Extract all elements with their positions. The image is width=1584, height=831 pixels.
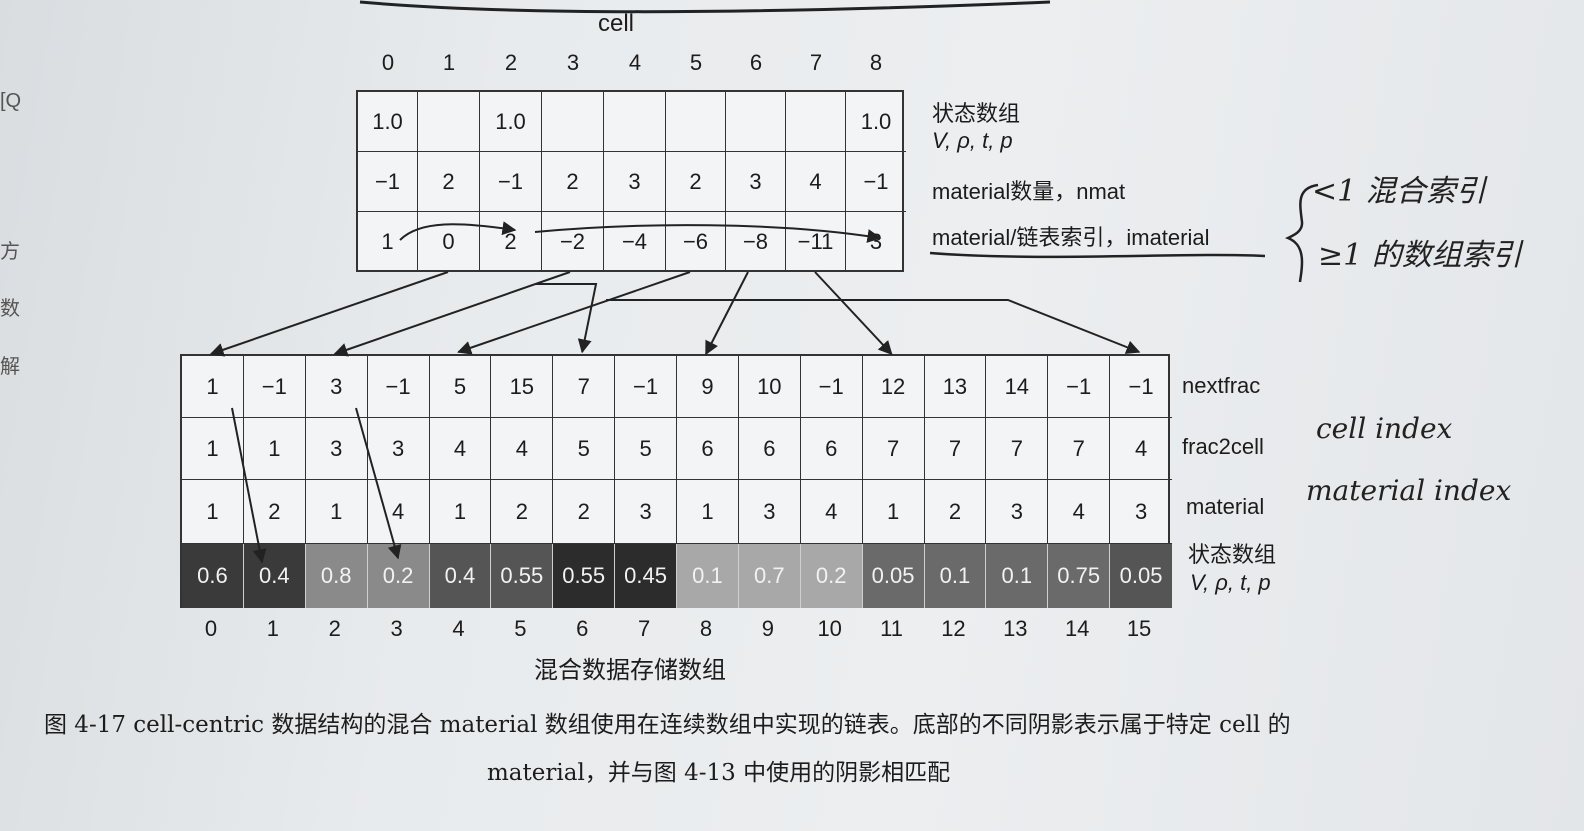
nextfrac-cell: 10 [738, 356, 801, 418]
fraction-cell: 0.55 [553, 544, 616, 608]
mixed-index-label: 5 [514, 616, 527, 641]
nextfrac-cell: 14 [986, 356, 1049, 418]
material-cell: 3 [615, 480, 677, 544]
nextfrac-cell: 15 [491, 356, 554, 418]
mixed-data-table: 1 −1 3 −1 5 15 7 −1 9 10 −1 12 13 14 −1 −1 1 1 3 3 4 4 5 5 6 6 6 7 7… [180, 354, 1172, 608]
handwritten-note-ge1: ≥1 的数组索引 [1318, 238, 1522, 273]
mixed-index-label: 12 [941, 616, 966, 641]
material-cell: 1 [305, 480, 368, 544]
nextfrac-cell: −1 [800, 356, 863, 418]
nextfrac-cell: 3 [305, 356, 368, 418]
frac2cell-cell: 7 [862, 418, 925, 480]
fraction-cell: 0.05 [862, 544, 925, 608]
bottom-state-array-label: 状态数组 [1188, 542, 1277, 567]
frac2cell-cell: 1 [182, 418, 244, 480]
mixed-index-label: 6 [576, 616, 589, 641]
frac2cell-cell: 4 [491, 418, 554, 480]
frac2cell-label: frac2cell [1182, 434, 1264, 459]
nextfrac-cell: −1 [1048, 356, 1111, 418]
material-cell: 2 [243, 480, 306, 544]
nextfrac-cell: −1 [367, 356, 430, 418]
frac2cell-cell: 4 [1110, 418, 1172, 480]
fraction-cell: 0.1 [986, 544, 1049, 608]
fraction-cell: 0.55 [491, 544, 554, 608]
nextfrac-cell: 9 [677, 356, 739, 418]
material-cell: 1 [862, 480, 925, 544]
frac2cell-cell: 3 [305, 418, 368, 480]
fraction-cell: 0.1 [924, 544, 987, 608]
fraction-cell: 0.2 [367, 544, 430, 608]
mixed-index-label: 2 [328, 616, 341, 641]
fraction-cell: 0.4 [429, 544, 492, 608]
handwritten-material-index: material index [1306, 474, 1512, 507]
fraction-cell: 0.05 [1110, 544, 1172, 608]
material-cell: 2 [491, 480, 554, 544]
frac2cell-cell: 6 [677, 418, 739, 480]
nextfrac-cell: −1 [615, 356, 677, 418]
frac2cell-cell: 3 [367, 418, 430, 480]
material-cell: 3 [738, 480, 801, 544]
mixed-index-label: 8 [699, 616, 713, 641]
material-cell: 2 [924, 480, 987, 544]
nextfrac-cell: −1 [1110, 356, 1172, 418]
material-cell: 4 [367, 480, 430, 544]
fraction-cell: 0.7 [738, 544, 801, 608]
fraction-cell: 0.1 [677, 544, 739, 608]
nextfrac-cell: 7 [553, 356, 616, 418]
mixed-index-label: 7 [637, 616, 651, 641]
nextfrac-cell: 13 [924, 356, 987, 418]
mixed-index-label: 4 [452, 616, 465, 641]
frac2cell-cell: 1 [243, 418, 306, 480]
nextfrac-cell: 12 [862, 356, 925, 418]
mixed-index-label: 10 [817, 616, 842, 641]
material-label: material [1186, 494, 1265, 519]
material-cell: 3 [986, 480, 1049, 544]
handwritten-note-lt1: <1 混合索引 [1312, 174, 1486, 209]
material-cell: 1 [677, 480, 739, 544]
mixed-index-label: 15 [1126, 616, 1152, 641]
frac2cell-cell: 5 [615, 418, 677, 480]
frac2cell-cell: 4 [429, 418, 492, 480]
nextfrac-cell: −1 [243, 356, 306, 418]
frac2cell-cell: 7 [1048, 418, 1111, 480]
mixed-index-label: 11 [880, 616, 903, 641]
frac2cell-cell: 6 [738, 418, 801, 480]
frac2cell-cell: 6 [800, 418, 863, 480]
nextfrac-label: nextfrac [1182, 373, 1261, 398]
figure-caption-line2: material，并与图 4-13 中使用的阴影相匹配 [487, 760, 951, 786]
material-cell: 3 [1110, 480, 1172, 544]
frac2cell-cell: 7 [986, 418, 1049, 480]
mixed-index-label: 1 [266, 616, 279, 641]
mixed-storage-title: 混合数据存储数组 [534, 657, 726, 684]
nextfrac-cell: 5 [429, 356, 492, 418]
bottom-state-vars-label: V, ρ, t, p [1190, 570, 1271, 595]
nextfrac-cell: 1 [182, 356, 244, 418]
material-cell: 1 [182, 480, 244, 544]
frac2cell-cell: 5 [553, 418, 616, 480]
fraction-cell: 0.45 [615, 544, 677, 608]
mixed-index-label: 3 [390, 616, 403, 641]
material-cell: 2 [553, 480, 616, 544]
fraction-cell: 0.6 [182, 544, 244, 608]
handwritten-cell-index: cell index [1316, 412, 1453, 445]
fraction-cell: 0.4 [243, 544, 306, 608]
mixed-index-label: 13 [1003, 616, 1028, 641]
material-cell: 4 [800, 480, 863, 544]
figure-caption-line1: 图 4-17 cell-centric 数据结构的混合 material 数组使… [44, 712, 1291, 738]
material-cell: 1 [429, 480, 492, 544]
material-cell: 4 [1048, 480, 1111, 544]
frac2cell-cell: 7 [924, 418, 987, 480]
fraction-cell: 0.8 [305, 544, 368, 608]
mixed-index-label: 0 [204, 616, 218, 641]
fraction-cell: 0.2 [800, 544, 863, 608]
mixed-index-label: 9 [761, 616, 774, 641]
fraction-cell: 0.75 [1048, 544, 1111, 608]
mixed-index-label: 14 [1064, 616, 1090, 641]
